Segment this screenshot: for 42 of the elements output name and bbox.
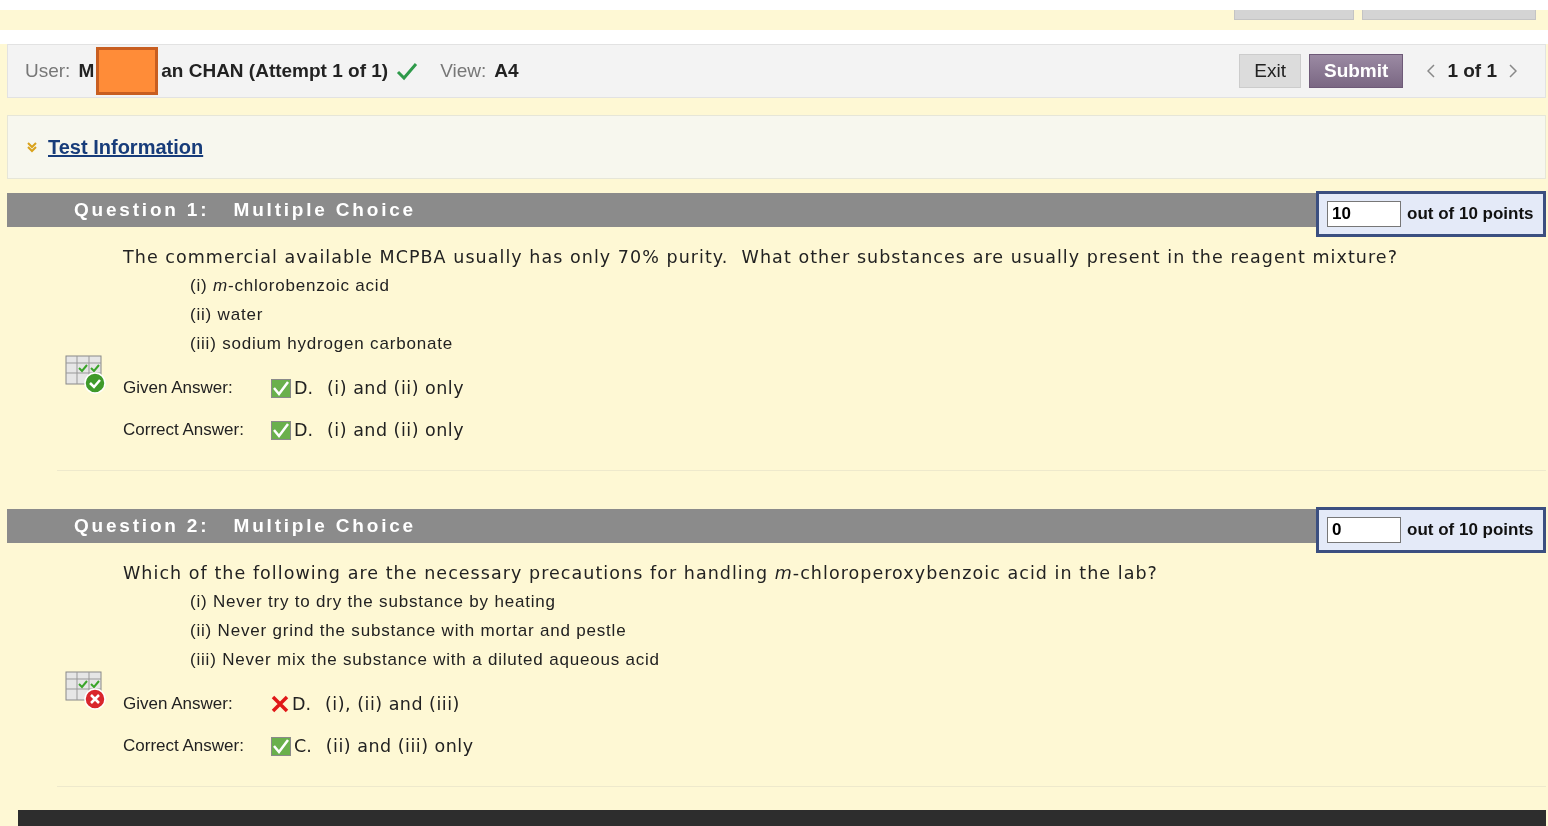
view-label: View: bbox=[440, 60, 487, 82]
top-button[interactable] bbox=[1234, 10, 1354, 20]
answer-letter: C. bbox=[294, 736, 312, 756]
answer-label: Correct Answer: bbox=[123, 420, 245, 440]
answer-label: Correct Answer: bbox=[123, 736, 245, 756]
answer-option: (iii) sodium hydrogen carbonate bbox=[190, 334, 1398, 354]
chevron-down-icon[interactable] bbox=[26, 141, 38, 153]
answer-text: (ii) and (iii) only bbox=[325, 736, 474, 756]
check-icon bbox=[396, 61, 419, 81]
answer-option: (i) m-chlorobenzoic acid bbox=[190, 276, 1398, 296]
user-name-start: M bbox=[78, 60, 95, 82]
question-text: Which of the following are the necessary precautions for handling m-chloroperoxybenzoic acid in the lab? bbox=[123, 563, 1158, 583]
user-name-end: an CHAN (Attempt 1 of 1) bbox=[161, 60, 389, 82]
answer-text: (i) and (ii) only bbox=[327, 420, 465, 440]
question-title: Question 1: Multiple Choice bbox=[74, 199, 416, 221]
points-label: out of 10 points bbox=[1407, 204, 1534, 224]
user-label: User: bbox=[25, 60, 71, 82]
answer-text: (i) and (ii) only bbox=[327, 378, 465, 398]
question-title: Question 2: Multiple Choice bbox=[74, 515, 416, 537]
answer-label: Given Answer: bbox=[123, 694, 234, 714]
score-field[interactable]: 10 bbox=[1327, 201, 1401, 227]
score-field[interactable]: 0 bbox=[1327, 517, 1401, 543]
answer-option: (iii) Never mix the substance with a diluted aqueous acid bbox=[190, 650, 1158, 670]
answer-option: (ii) water bbox=[190, 305, 1398, 325]
page-indicator: 1 of 1 bbox=[1447, 60, 1497, 82]
answer-letter: D. bbox=[294, 420, 314, 440]
redaction-box bbox=[96, 47, 159, 95]
answer-letter: D. bbox=[294, 378, 314, 398]
next-icon[interactable] bbox=[1509, 64, 1517, 78]
answer-label: Given Answer: bbox=[123, 378, 234, 398]
answer-text: (i), (ii) and (iii) bbox=[325, 694, 460, 714]
points-label: out of 10 points bbox=[1407, 520, 1534, 540]
previous-icon[interactable] bbox=[1427, 64, 1436, 78]
top-button[interactable] bbox=[1362, 10, 1536, 20]
submit-button[interactable]: Submit bbox=[1309, 54, 1404, 88]
answer-letter: D. bbox=[292, 694, 312, 714]
exit-button[interactable]: Exit bbox=[1239, 54, 1301, 88]
view-value: A4 bbox=[494, 60, 519, 82]
answer-option: (ii) Never grind the substance with mortar and pestle bbox=[190, 621, 1158, 641]
question-text: The commercial available MCPBA usually has only 70% purity. What other substances are usually present in the reagent mixture? bbox=[123, 247, 1398, 267]
answer-option: (i) Never try to dry the substance by heating bbox=[190, 592, 1158, 612]
test-information-link[interactable]: Test Information bbox=[48, 135, 204, 159]
